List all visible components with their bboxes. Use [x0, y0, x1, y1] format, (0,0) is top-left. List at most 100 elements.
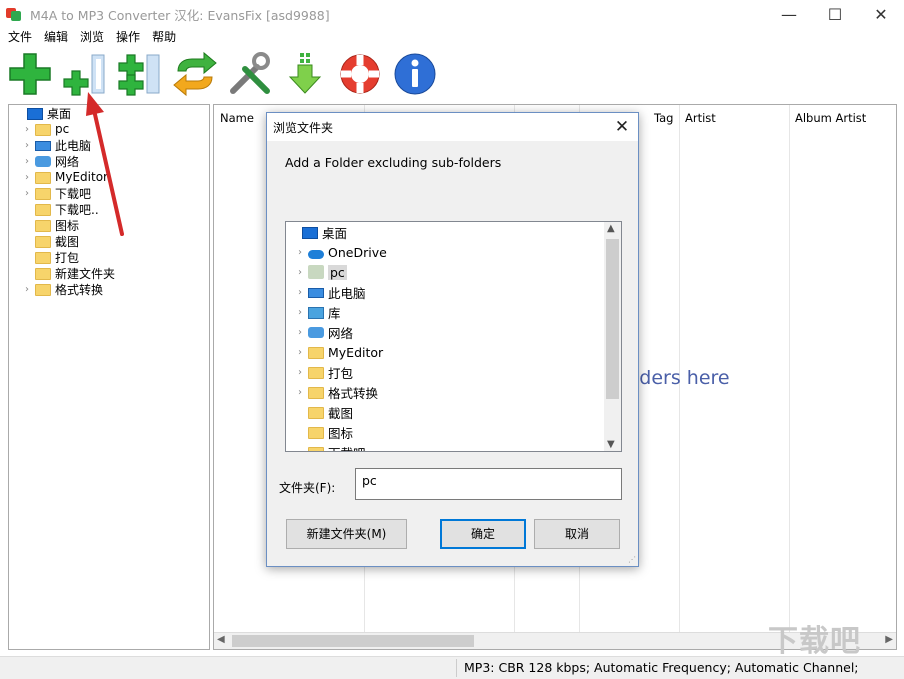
cloud-icon [308, 249, 324, 259]
dialog-tree-item[interactable]: › 格式转换 [286, 382, 621, 402]
tree-item-label: 格式转换 [55, 282, 104, 297]
chevron-right-icon[interactable]: › [294, 327, 306, 338]
info-button[interactable] [391, 50, 439, 98]
dialog-tree-item[interactable]: › OneDrive [286, 242, 621, 262]
library-icon [308, 307, 324, 319]
resize-grip-icon[interactable]: ⋰ [628, 555, 636, 564]
settings-icon [230, 52, 270, 94]
scroll-right-icon[interactable]: ▶ [885, 634, 893, 645]
dialog-title-bar: 浏览文件夹 ✕ [267, 113, 638, 141]
folder-field[interactable]: pc [355, 468, 622, 500]
computer-icon [35, 141, 51, 151]
add-files-button[interactable] [6, 50, 54, 98]
dialog-tree-item[interactable]: › 打包 [286, 362, 621, 382]
computer-icon [308, 288, 324, 298]
dialog-tree-item[interactable]: › pc [286, 262, 621, 282]
scroll-up-icon[interactable]: ▲ [607, 223, 615, 234]
chevron-right-icon[interactable]: › [21, 284, 33, 295]
column-artist[interactable]: Artist [679, 105, 716, 131]
user-icon [308, 265, 324, 279]
info-icon [394, 53, 436, 95]
folder-icon [35, 236, 51, 248]
settings-button[interactable] [226, 50, 274, 98]
maximize-button[interactable]: ☐ [812, 0, 858, 28]
tree-item-label: 桌面 [47, 106, 72, 121]
tree-item[interactable]: 打包 [9, 249, 209, 265]
new-folder-button[interactable]: 新建文件夹(M) [286, 519, 407, 549]
tree-item-label: 格式转换 [328, 385, 379, 401]
tree-item-label: 下载吧 [328, 443, 366, 452]
dialog-tree-item[interactable]: › MyEditor [286, 342, 621, 362]
add-files-icon [9, 53, 51, 95]
help-lifebuoy-icon [340, 54, 380, 94]
dialog-vertical-scrollbar[interactable]: ▲ ▼ [604, 222, 621, 451]
app-icon [6, 6, 22, 22]
tree-item-label: 此电脑 [328, 285, 366, 301]
status-text: MP3: CBR 128 kbps; Automatic Frequency; … [464, 660, 859, 675]
folder-icon [35, 188, 51, 200]
folder-icon [35, 124, 51, 136]
column-tag[interactable]: Tag [648, 105, 673, 131]
folder-icon [35, 204, 51, 216]
chevron-right-icon[interactable]: › [294, 347, 306, 358]
dialog-tree-item[interactable]: 下载吧 [286, 442, 621, 452]
folder-icon [35, 252, 51, 264]
tree-item-label: 打包 [55, 250, 80, 265]
chevron-right-icon[interactable]: › [21, 140, 33, 151]
dialog-description: Add a Folder excluding sub-folders [285, 155, 502, 170]
column-album-artist[interactable]: Album Artist [789, 105, 866, 131]
chevron-right-icon[interactable]: › [21, 156, 33, 167]
close-button[interactable]: ✕ [858, 0, 904, 28]
download-icon [288, 53, 322, 94]
dialog-tree-item[interactable]: › 此电脑 [286, 282, 621, 302]
chevron-right-icon[interactable]: › [294, 307, 306, 318]
chevron-right-icon[interactable]: › [21, 188, 33, 199]
dialog-tree-item[interactable]: 图标 [286, 422, 621, 442]
chevron-right-icon[interactable]: › [294, 287, 306, 298]
dialog-close-button[interactable]: ✕ [610, 115, 634, 139]
convert-button[interactable] [171, 50, 219, 98]
folder-icon [308, 387, 324, 399]
menu-action[interactable]: 操作 [110, 28, 146, 46]
menu-edit[interactable]: 编辑 [38, 28, 74, 46]
cancel-button[interactable]: 取消 [534, 519, 620, 549]
dialog-tree-item[interactable]: 截图 [286, 402, 621, 422]
dialog-tree-item[interactable]: › 网络 [286, 322, 621, 342]
desktop-icon [302, 227, 318, 239]
chevron-right-icon[interactable]: › [294, 247, 306, 258]
tree-item-label: 截图 [55, 234, 80, 249]
folder-icon [35, 284, 51, 296]
scroll-down-icon[interactable]: ▼ [607, 439, 615, 450]
chevron-right-icon[interactable]: › [294, 267, 306, 278]
download-button[interactable] [281, 50, 329, 98]
scroll-thumb[interactable] [232, 635, 474, 647]
convert-icon [173, 51, 217, 97]
dialog-folder-tree[interactable]: 桌面 › OneDrive › pc › 此电脑 › 库 › 网络 › MyEditor › 打包 › 格式转换… [285, 221, 622, 452]
ok-button[interactable]: 确定 [440, 519, 526, 549]
chevron-right-icon[interactable]: › [21, 172, 33, 183]
folder-icon [35, 220, 51, 232]
network-icon [35, 155, 51, 167]
tree-item-label: MyEditor [328, 344, 384, 360]
browse-folder-dialog: 浏览文件夹 ✕ Add a Folder excluding sub-folde… [266, 112, 639, 567]
menu-file[interactable]: 文件 [2, 28, 38, 46]
dialog-scroll-thumb[interactable] [606, 239, 619, 399]
folder-field-label: 文件夹(F): [279, 481, 336, 495]
help-button[interactable] [336, 50, 384, 98]
dialog-tree-item[interactable]: 桌面 [286, 222, 621, 242]
minimize-button[interactable]: — [766, 0, 812, 28]
tree-item[interactable]: 新建文件夹 [9, 265, 209, 281]
chevron-right-icon[interactable]: › [294, 387, 306, 398]
menu-browse[interactable]: 浏览 [74, 28, 110, 46]
menu-help[interactable]: 帮助 [146, 28, 182, 46]
tree-item-label: pc [328, 264, 347, 280]
scroll-left-icon[interactable]: ◀ [217, 634, 225, 645]
column-name[interactable]: Name [214, 105, 254, 131]
chevron-right-icon[interactable]: › [21, 124, 33, 135]
dialog-tree-item[interactable]: › 库 [286, 302, 621, 322]
tree-item-label: 图标 [328, 425, 354, 441]
desktop-icon [27, 108, 43, 120]
title-bar: M4A to MP3 Converter 汉化: EvansFix [asd99… [0, 0, 904, 28]
tree-item[interactable]: › 格式转换 [9, 281, 209, 297]
chevron-right-icon[interactable]: › [294, 367, 306, 378]
